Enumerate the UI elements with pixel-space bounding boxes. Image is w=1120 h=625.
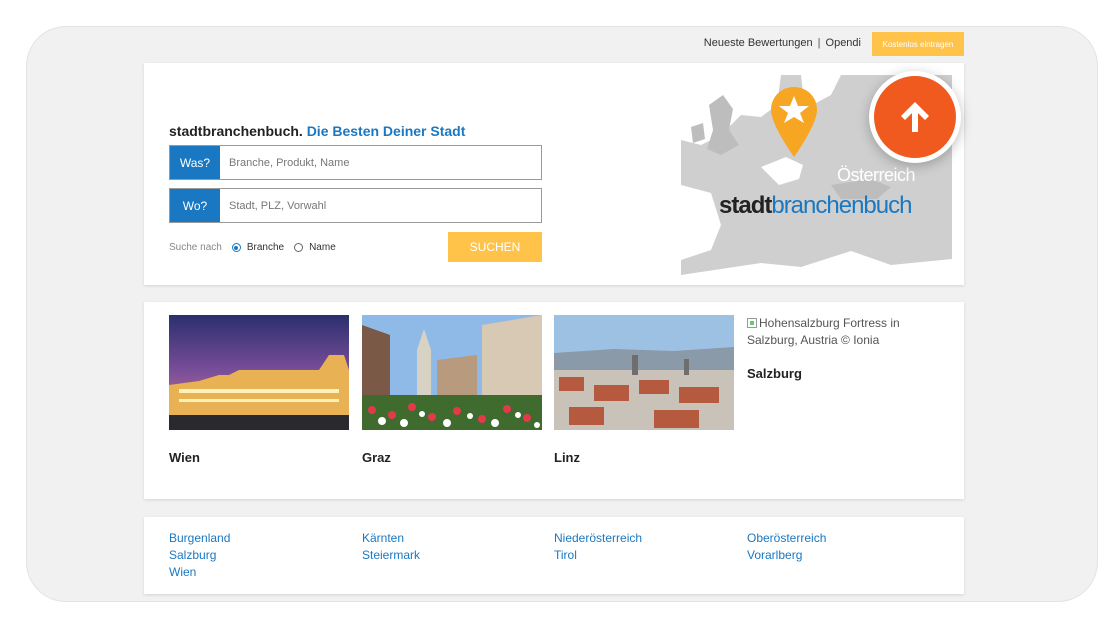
city-card-graz[interactable]: Graz <box>362 315 542 465</box>
region-link-salzburg[interactable]: Salzburg <box>169 547 216 564</box>
city-card-linz[interactable]: Linz <box>554 315 734 465</box>
link-neueste-bewertungen[interactable]: Neueste Bewertungen <box>704 37 813 49</box>
map-logo-stadt: stadt <box>719 192 772 219</box>
radio-branche[interactable]: Branche <box>231 242 285 253</box>
what-field: Was? <box>169 145 542 180</box>
city-name-graz[interactable]: Graz <box>362 450 391 465</box>
radio-name-label: Name <box>309 242 336 253</box>
brand-tagline: Die Besten Deiner Stadt <box>306 123 466 139</box>
browser-viewport: Neueste Bewertungen | Opendi Kostenlos ein… <box>26 26 1098 602</box>
arrow-up-icon <box>901 102 929 132</box>
radio-branche-label: Branche <box>246 242 285 253</box>
city-image-wien[interactable] <box>169 315 349 430</box>
salzburg-image-alt: Hohensalzburg Fortress in Salzburg, Aust… <box>747 316 900 347</box>
map-logo: stadtbranchenbuch <box>719 192 912 220</box>
top-links: Neueste Bewertungen | Opendi <box>704 37 861 49</box>
scroll-to-top-button[interactable] <box>869 71 961 163</box>
where-label: Wo? <box>170 189 220 222</box>
region-link-steiermark[interactable]: Steiermark <box>362 547 420 564</box>
radio-name-indicator[interactable] <box>294 243 304 252</box>
star-pin-icon <box>771 87 817 157</box>
region-link-vorarlberg[interactable]: Vorarlberg <box>747 547 802 564</box>
search-by-label: Suche nach <box>169 242 222 253</box>
search-button[interactable]: SUCHEN <box>448 232 542 262</box>
region-link-burgenland[interactable]: Burgenland <box>169 530 230 547</box>
broken-image-icon <box>747 318 757 328</box>
search-by-group: Suche nach Branche Name <box>169 242 336 253</box>
region-link-tirol[interactable]: Tirol <box>554 547 577 564</box>
brand-name: stadtbranchenbuch. <box>169 123 303 139</box>
top-bar: Neueste Bewertungen | Opendi Kostenlos ein… <box>27 27 1097 61</box>
region-link-oberoesterreich[interactable]: Oberösterreich <box>747 530 826 547</box>
brand-heading: stadtbranchenbuch. Die Besten Deiner Sta… <box>169 123 465 139</box>
map-country-label: Österreich <box>837 165 916 185</box>
region-link-kaernten[interactable]: Kärnten <box>362 530 404 547</box>
city-image-linz[interactable] <box>554 315 734 430</box>
city-name-linz[interactable]: Linz <box>554 450 580 465</box>
top-links-separator: | <box>817 37 821 49</box>
region-link-niederoesterreich[interactable]: Niederösterreich <box>554 530 642 547</box>
radio-branche-indicator[interactable] <box>231 243 241 252</box>
where-field: Wo? <box>169 188 542 223</box>
map-logo-branchenbuch: branchenbuch <box>771 192 912 219</box>
region-link-wien[interactable]: Wien <box>169 564 196 581</box>
city-card-wien[interactable]: Wien <box>169 315 349 465</box>
kostenlos-eintragen-button[interactable]: Kostenlos eintragen <box>872 32 964 56</box>
city-name-salzburg[interactable]: Salzburg <box>747 366 802 381</box>
link-opendi[interactable]: Opendi <box>826 37 861 49</box>
city-image-graz[interactable] <box>362 315 542 430</box>
what-input[interactable] <box>220 146 541 179</box>
radio-name[interactable]: Name <box>294 242 336 253</box>
what-label: Was? <box>170 146 220 179</box>
salzburg-image-placeholder[interactable]: Hohensalzburg Fortress in Salzburg, Aust… <box>747 315 927 349</box>
graz-photo <box>362 315 542 430</box>
search-card: stadtbranchenbuch. Die Besten Deiner Sta… <box>144 63 964 285</box>
city-name-wien[interactable]: Wien <box>169 450 200 465</box>
wien-photo <box>169 315 349 430</box>
cities-card: Wien Graz Linz Hohensalzburg Fortress in… <box>144 302 964 499</box>
linz-photo <box>554 315 734 430</box>
regions-card: Burgenland Salzburg Wien Kärnten Steierm… <box>144 517 964 594</box>
where-input[interactable] <box>220 189 541 222</box>
